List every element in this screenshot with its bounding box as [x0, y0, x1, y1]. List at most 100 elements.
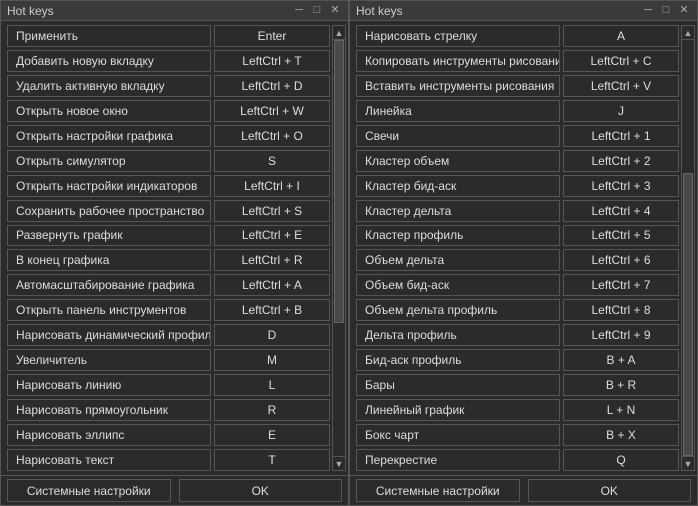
hotkey-label[interactable]: Кластер дельта [356, 200, 560, 222]
titlebar[interactable]: Hot keys ─ □ ✕ [1, 1, 348, 21]
hotkey-key[interactable]: E [214, 424, 330, 446]
hotkey-key[interactable]: LeftCtrl + 2 [563, 150, 679, 172]
hotkey-label[interactable]: Открыть симулятор [7, 150, 211, 172]
close-icon[interactable]: ✕ [677, 5, 691, 17]
hotkey-key[interactable]: B + X [563, 424, 679, 446]
hotkey-key[interactable]: LeftCtrl + 1 [563, 125, 679, 147]
hotkey-label[interactable]: Бид-аск профиль [356, 349, 560, 371]
hotkey-label[interactable]: Развернуть график [7, 225, 211, 247]
hotkey-key[interactable]: LeftCtrl + 4 [563, 200, 679, 222]
minimize-icon[interactable]: ─ [641, 5, 655, 17]
titlebar[interactable]: Hot keys ─ □ ✕ [350, 1, 697, 21]
scrollbar[interactable]: ▲ ▼ [332, 25, 346, 471]
system-settings-button[interactable]: Системные настройки [7, 479, 171, 502]
hotkey-key[interactable]: LeftCtrl + V [563, 75, 679, 97]
hotkey-label[interactable]: Нарисовать эллипс [7, 424, 211, 446]
hotkey-label[interactable]: Линейный график [356, 399, 560, 421]
maximize-icon[interactable]: □ [310, 5, 324, 17]
scroll-up-icon[interactable]: ▲ [682, 26, 694, 40]
hotkey-label[interactable]: Нарисовать линию [7, 374, 211, 396]
hotkey-label[interactable]: В конец графика [7, 249, 211, 271]
hotkey-key[interactable]: LeftCtrl + C [563, 50, 679, 72]
hotkey-row: Нарисовать прямоугольникR [7, 399, 330, 421]
hotkey-key[interactable]: A [563, 25, 679, 47]
hotkey-label[interactable]: Бокс чарт [356, 424, 560, 446]
scroll-down-icon[interactable]: ▼ [682, 456, 694, 470]
hotkey-label[interactable]: Увеличитель [7, 349, 211, 371]
hotkey-key[interactable]: J [563, 100, 679, 122]
hotkey-label[interactable]: Нарисовать текст [7, 449, 211, 471]
system-settings-button[interactable]: Системные настройки [356, 479, 520, 502]
hotkey-label[interactable]: Вставить инструменты рисования [356, 75, 560, 97]
hotkey-label[interactable]: Копировать инструменты рисовани [356, 50, 560, 72]
hotkey-key[interactable]: B + A [563, 349, 679, 371]
hotkey-label[interactable]: Бары [356, 374, 560, 396]
hotkey-label[interactable]: Свечи [356, 125, 560, 147]
scroll-thumb[interactable] [683, 173, 693, 456]
hotkey-key[interactable]: LeftCtrl + A [214, 274, 330, 296]
scroll-down-icon[interactable]: ▼ [333, 456, 345, 470]
hotkey-label[interactable]: Нарисовать стрелку [356, 25, 560, 47]
hotkey-key[interactable]: LeftCtrl + B [214, 299, 330, 321]
hotkey-key[interactable]: LeftCtrl + T [214, 50, 330, 72]
hotkey-label[interactable]: Перекрестие [356, 449, 560, 471]
hotkey-key[interactable]: Enter [214, 25, 330, 47]
hotkey-label[interactable]: Открыть настройки индикаторов [7, 175, 211, 197]
hotkey-label[interactable]: Кластер профиль [356, 225, 560, 247]
hotkey-key[interactable]: T [214, 449, 330, 471]
hotkey-label[interactable]: Открыть настройки графика [7, 125, 211, 147]
hotkey-key[interactable]: LeftCtrl + I [214, 175, 330, 197]
hotkey-key[interactable]: M [214, 349, 330, 371]
hotkey-label[interactable]: Объем бид-аск [356, 274, 560, 296]
hotkey-key[interactable]: B + R [563, 374, 679, 396]
scroll-up-icon[interactable]: ▲ [333, 26, 345, 40]
hotkey-key[interactable]: LeftCtrl + 3 [563, 175, 679, 197]
hotkey-label[interactable]: Нарисовать динамический профил [7, 324, 211, 346]
hotkey-row: Бокс чартB + X [356, 424, 679, 446]
hotkey-key[interactable]: S [214, 150, 330, 172]
hotkey-label[interactable]: Кластер бид-аск [356, 175, 560, 197]
hotkey-key[interactable]: LeftCtrl + D [214, 75, 330, 97]
scroll-track[interactable] [333, 40, 345, 456]
hotkey-key[interactable]: LeftCtrl + O [214, 125, 330, 147]
maximize-icon[interactable]: □ [659, 5, 673, 17]
hotkey-key[interactable]: LeftCtrl + S [214, 200, 330, 222]
hotkey-key[interactable]: LeftCtrl + 5 [563, 225, 679, 247]
hotkey-row: Бид-аск профильB + A [356, 349, 679, 371]
hotkey-label[interactable]: Открыть панель инструментов [7, 299, 211, 321]
hotkey-label[interactable]: Дельта профиль [356, 324, 560, 346]
scrollbar[interactable]: ▲ ▼ [681, 25, 695, 471]
hotkey-row: Объем бид-аскLeftCtrl + 7 [356, 274, 679, 296]
hotkey-key[interactable]: LeftCtrl + 7 [563, 274, 679, 296]
hotkey-key[interactable]: Q [563, 449, 679, 471]
hotkey-key[interactable]: LeftCtrl + 9 [563, 324, 679, 346]
hotkey-key[interactable]: L [214, 374, 330, 396]
hotkey-label[interactable]: Сохранить рабочее пространство [7, 200, 211, 222]
hotkey-label[interactable]: Объем дельта профиль [356, 299, 560, 321]
hotkey-key[interactable]: R [214, 399, 330, 421]
hotkey-key[interactable]: LeftCtrl + R [214, 249, 330, 271]
close-icon[interactable]: ✕ [328, 5, 342, 17]
hotkey-label[interactable]: Открыть новое окно [7, 100, 211, 122]
hotkey-label[interactable]: Автомасштабирование графика [7, 274, 211, 296]
hotkey-key[interactable]: D [214, 324, 330, 346]
ok-button[interactable]: OK [528, 479, 692, 502]
hotkey-key[interactable]: L + N [563, 399, 679, 421]
hotkey-label[interactable]: Добавить новую вкладку [7, 50, 211, 72]
ok-button[interactable]: OK [179, 479, 343, 502]
hotkey-label[interactable]: Объем дельта [356, 249, 560, 271]
hotkey-key[interactable]: LeftCtrl + 8 [563, 299, 679, 321]
hotkey-row: Нарисовать эллипсE [7, 424, 330, 446]
hotkey-label[interactable]: Применить [7, 25, 211, 47]
hotkey-row: Открыть настройки графикаLeftCtrl + O [7, 125, 330, 147]
hotkey-label[interactable]: Нарисовать прямоугольник [7, 399, 211, 421]
hotkey-key[interactable]: LeftCtrl + E [214, 225, 330, 247]
hotkey-key[interactable]: LeftCtrl + W [214, 100, 330, 122]
hotkey-label[interactable]: Кластер объем [356, 150, 560, 172]
minimize-icon[interactable]: ─ [292, 5, 306, 17]
hotkey-label[interactable]: Линейка [356, 100, 560, 122]
hotkey-key[interactable]: LeftCtrl + 6 [563, 249, 679, 271]
scroll-track[interactable] [682, 40, 694, 456]
hotkey-label[interactable]: Удалить активную вкладку [7, 75, 211, 97]
scroll-thumb[interactable] [334, 40, 344, 323]
